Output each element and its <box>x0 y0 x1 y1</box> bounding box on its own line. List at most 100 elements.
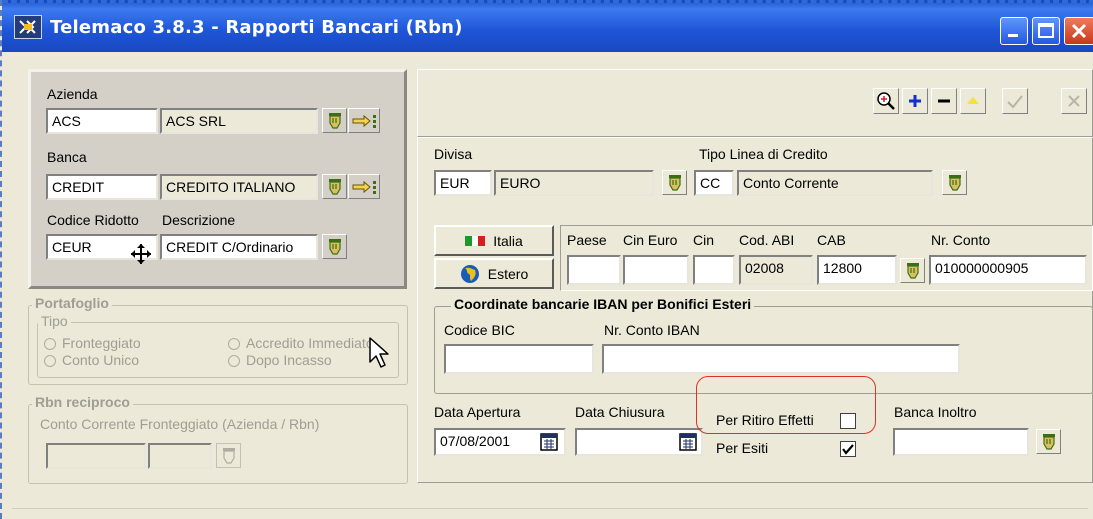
close-icon[interactable] <box>1064 17 1093 45</box>
italy-flag-icon <box>465 235 486 246</box>
azienda-name-field: ACS SRL <box>160 108 318 134</box>
maximize-icon[interactable] <box>1032 17 1060 45</box>
banca-name-field: CREDITO ITALIANO <box>160 174 318 200</box>
toolbar-panel <box>417 69 1093 137</box>
tipo-title: Tipo <box>38 313 71 329</box>
minimize-icon[interactable] <box>1000 17 1028 45</box>
lookup-hand-icon <box>328 238 341 255</box>
dopo-incasso-label: Dopo Incasso <box>246 352 332 368</box>
paese-input[interactable] <box>567 255 621 285</box>
window-title: Telemaco 3.8.3 - Rapporti Bancari (Rbn) <box>50 17 463 38</box>
cin-label: Cin <box>693 232 715 248</box>
azienda-lookup-button[interactable] <box>322 108 347 133</box>
codice-ridotto-label: Codice Ridotto <box>47 212 139 228</box>
cin-euro-label: Cin Euro <box>623 232 678 248</box>
azienda-code-input[interactable]: ACS <box>46 108 158 134</box>
lookup-hand-icon <box>328 178 341 195</box>
cin-euro-input[interactable] <box>623 255 689 285</box>
codice-lookup-button[interactable] <box>322 234 347 259</box>
azienda-open-button[interactable] <box>348 108 380 133</box>
data-chiusura-label: Data Chiusura <box>575 404 665 420</box>
estero-label: Estero <box>487 265 529 282</box>
cin-input[interactable] <box>693 255 735 285</box>
banca-code-input[interactable]: CREDIT <box>46 174 158 200</box>
conto-fronteggiato-label: Conto Corrente Fronteggiato (Azienda / R… <box>40 416 320 432</box>
highlight-annotation <box>696 376 876 434</box>
accredito-immediato-radio[interactable] <box>228 338 240 350</box>
bic-input[interactable] <box>444 344 594 374</box>
per-esiti-checkbox[interactable] <box>840 441 856 457</box>
estero-button[interactable]: Estero <box>434 258 554 289</box>
rbn-reciproco-title: Rbn reciproco <box>32 394 133 410</box>
divisa-code-input[interactable]: EUR <box>434 170 492 196</box>
triangle-up-icon <box>967 97 979 104</box>
lookup-hand-icon <box>668 174 681 191</box>
italia-button[interactable]: Italia <box>434 225 554 256</box>
iban-title: Coordinate bancarie IBAN per Bonifici Es… <box>451 296 755 312</box>
lookup-hand-icon <box>1042 433 1055 450</box>
cancel-button[interactable] <box>1061 88 1087 114</box>
title-bar[interactable]: Telemaco 3.8.3 - Rapporti Bancari (Rbn) <box>2 0 1093 52</box>
calendar-icon[interactable] <box>540 433 558 454</box>
tipo-linea-lookup-button[interactable] <box>942 170 967 195</box>
conto-fronteggiato-rbn-input[interactable] <box>148 443 212 469</box>
abi-cab-lookup-button[interactable] <box>900 258 925 283</box>
dopo-incasso-radio[interactable] <box>228 355 240 367</box>
lookup-hand-icon <box>222 447 235 464</box>
plus-icon <box>909 95 921 107</box>
minus-icon <box>938 99 950 103</box>
move-up-button[interactable] <box>960 88 986 114</box>
italia-label: Italia <box>493 232 523 249</box>
divider <box>12 508 1088 509</box>
conto-fronteggiato-azienda-input[interactable] <box>46 443 146 469</box>
mouse-pointer-icon <box>368 336 390 373</box>
fronteggiato-label: Fronteggiato <box>62 335 141 351</box>
azienda-label: Azienda <box>47 86 98 102</box>
conto-unico-radio[interactable] <box>44 355 56 367</box>
tipo-linea-name-field: Conto Corrente <box>737 170 933 196</box>
nr-conto-label: Nr. Conto <box>931 232 991 248</box>
abi-field: 02008 <box>739 255 813 285</box>
paese-label: Paese <box>567 232 607 248</box>
nr-conto-input[interactable]: 010000000905 <box>929 255 1087 285</box>
descrizione-label: Descrizione <box>162 212 236 228</box>
cab-label: CAB <box>817 232 846 248</box>
zoom-search-button[interactable] <box>873 88 899 114</box>
tipo-linea-label: Tipo Linea di Credito <box>699 146 828 162</box>
banca-label: Banca <box>47 149 87 165</box>
descrizione-input[interactable]: CREDIT C/Ordinario <box>160 234 318 260</box>
bic-label: Codice BIC <box>444 322 515 338</box>
lookup-hand-icon <box>948 174 961 191</box>
pointing-hand-icon <box>352 180 376 194</box>
remove-button[interactable] <box>931 88 957 114</box>
iban-input[interactable] <box>602 344 960 374</box>
per-esiti-label: Per Esiti <box>716 440 769 456</box>
iban-label: Nr. Conto IBAN <box>604 322 700 338</box>
calendar-icon[interactable] <box>679 433 697 454</box>
divisa-label: Divisa <box>434 146 473 162</box>
checkmark-icon <box>842 444 854 455</box>
x-icon <box>1068 95 1080 107</box>
divisa-name-field: EURO <box>494 170 654 196</box>
data-apertura-label: Data Apertura <box>434 404 521 420</box>
globe-icon <box>460 264 479 283</box>
cab-input[interactable]: 12800 <box>817 255 897 285</box>
conto-fronteggiato-lookup-button[interactable] <box>216 443 241 468</box>
banca-inoltro-input[interactable] <box>893 428 1029 456</box>
app-icon[interactable] <box>14 15 42 39</box>
portafoglio-title: Portafoglio <box>32 295 112 311</box>
banca-lookup-button[interactable] <box>322 174 347 199</box>
confirm-button[interactable] <box>1002 88 1028 114</box>
banca-open-button[interactable] <box>348 174 380 199</box>
fronteggiato-radio[interactable] <box>44 338 56 350</box>
conto-unico-label: Conto Unico <box>62 352 140 368</box>
move-cursor-icon <box>130 243 152 268</box>
add-button[interactable] <box>902 88 928 114</box>
lookup-hand-icon <box>328 112 341 129</box>
app-window: Telemaco 3.8.3 - Rapporti Bancari (Rbn) … <box>0 0 1093 519</box>
lookup-hand-icon <box>906 262 919 279</box>
banca-inoltro-lookup-button[interactable] <box>1036 429 1061 454</box>
tipo-linea-code-input[interactable]: CC <box>694 170 734 196</box>
pointing-hand-icon <box>352 114 376 128</box>
divisa-lookup-button[interactable] <box>662 170 687 195</box>
